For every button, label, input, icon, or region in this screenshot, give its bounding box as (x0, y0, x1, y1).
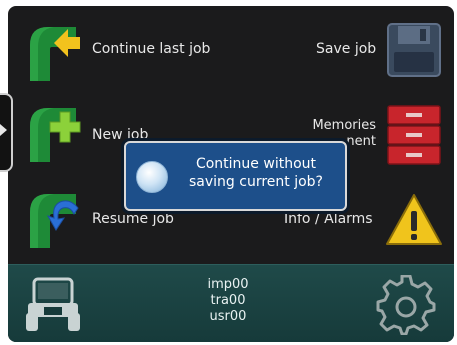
continue-last-job-button[interactable]: Continue last job (16, 14, 246, 84)
new-job-icon (30, 108, 81, 162)
status-lines: imp00 tra00 usr00 (188, 277, 268, 325)
status-tra: tra00 (210, 293, 246, 308)
resume-job-label: Resume job (92, 211, 174, 227)
continue-last-job-icon (30, 27, 80, 81)
warning-icon (386, 194, 442, 245)
chevron-right-icon (0, 124, 7, 136)
tractor-icon[interactable] (24, 275, 82, 333)
info-alarms-label: Info / Alarms (284, 211, 373, 227)
memory-cabinet-icon (387, 105, 441, 165)
gear-icon[interactable] (376, 275, 436, 335)
confirm-dialog[interactable]: Continue without saving current job? (124, 141, 347, 211)
dialog-line1: Continue without (195, 156, 317, 172)
status-usr: usr00 (209, 309, 247, 324)
status-bar: imp00 tra00 usr00 (8, 264, 454, 342)
dialog-message: Continue without saving current job? (176, 155, 336, 191)
memories-label-line1: Memories (312, 118, 376, 133)
status-imp: imp00 (207, 277, 249, 292)
resume-job-icon (30, 194, 79, 248)
continue-last-job-label: Continue last job (92, 41, 211, 57)
info-ball-icon (136, 161, 168, 193)
main-screen: Continue last job New job Resume job Sav… (8, 6, 454, 342)
dialog-line2: saving current job? (189, 174, 323, 190)
save-job-label: Save job (316, 41, 377, 57)
side-panel-tab[interactable] (0, 93, 13, 172)
floppy-disk-icon (387, 23, 441, 77)
save-job-button[interactable]: Save job (278, 14, 450, 86)
